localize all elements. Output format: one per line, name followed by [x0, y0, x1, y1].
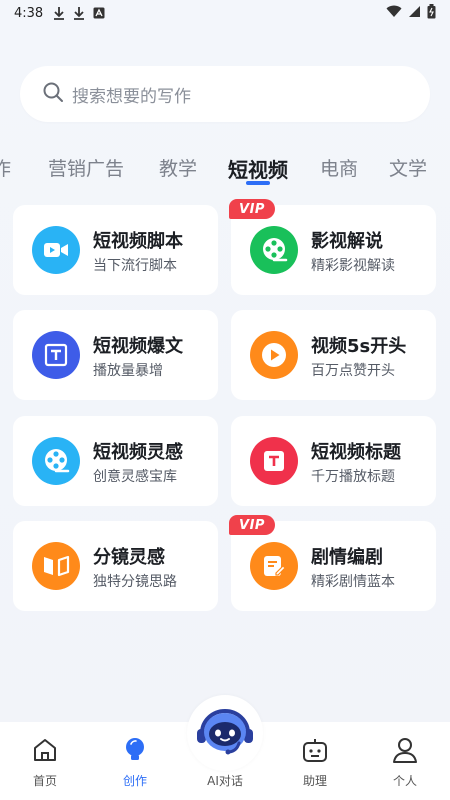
- card-storyboard-inspiration[interactable]: 分镜灵感 独特分镜思路: [13, 521, 218, 611]
- card-film-commentary[interactable]: 影视解说 精彩影视解读 VIP: [229, 199, 436, 295]
- card-title: 短视频爆文: [93, 336, 183, 357]
- vip-badge: VIP: [229, 199, 275, 219]
- card-title: 短视频脚本: [93, 231, 183, 252]
- active-tab-indicator: [246, 181, 270, 185]
- search-icon: [42, 81, 64, 107]
- vip-badge: VIP: [229, 515, 275, 535]
- script-edit-icon: [250, 542, 298, 590]
- card-title: 短视频灵感: [93, 442, 183, 463]
- card-subtitle: 精彩影视解读: [311, 258, 395, 274]
- nav-home[interactable]: 首页: [0, 722, 90, 800]
- card-subtitle: 创意灵感宝库: [93, 469, 177, 485]
- film-reel-icon: [250, 226, 298, 274]
- card-subtitle: 精彩剧情蓝本: [311, 574, 395, 590]
- tab-short-video[interactable]: 短视频: [228, 154, 288, 183]
- tab-ecommerce[interactable]: 电商: [320, 154, 358, 181]
- status-bar: 4:38: [0, 0, 450, 26]
- download-icon: [53, 6, 65, 20]
- person-icon: [391, 736, 419, 764]
- search-placeholder: 搜索想要的写作: [72, 86, 191, 107]
- assistant-icon: [301, 736, 329, 764]
- nav-label: 首页: [32, 774, 57, 788]
- home-icon: [31, 736, 59, 764]
- card-video-5s-opening[interactable]: 视频5s开头 百万点赞开头: [231, 310, 436, 400]
- category-tabs: 作 营销广告 教学 短视频 电商 文学: [0, 150, 450, 190]
- search-bar[interactable]: 搜索想要的写作: [20, 66, 430, 122]
- card-subtitle: 当下流行脚本: [93, 258, 177, 274]
- nav-profile[interactable]: 个人: [360, 722, 450, 800]
- card-title: 短视频标题: [311, 442, 401, 463]
- text-document-icon: [32, 331, 80, 379]
- video-camera-icon: [32, 226, 80, 274]
- card-title: 剧情编剧: [311, 547, 383, 568]
- nav-label: 个人: [392, 774, 417, 788]
- title-t-icon: [250, 437, 298, 485]
- card-short-video-article[interactable]: 短视频爆文 播放量暴增: [13, 310, 218, 400]
- card-subtitle: 千万播放标题: [311, 469, 395, 485]
- robot-icon: [193, 701, 257, 765]
- play-icon: [250, 331, 298, 379]
- nav-label: AI对话: [207, 774, 243, 788]
- nav-label: 助理: [302, 774, 327, 788]
- tab-literature[interactable]: 文学: [389, 154, 427, 181]
- nav-label: 创作: [122, 774, 147, 788]
- nav-assistant[interactable]: 助理: [270, 722, 360, 800]
- bulb-icon: [121, 736, 149, 764]
- tab-marketing[interactable]: 营销广告: [48, 154, 124, 181]
- card-subtitle: 播放量暴增: [93, 363, 163, 379]
- tab-teaching[interactable]: 教学: [159, 154, 197, 181]
- card-subtitle: 独特分镜思路: [93, 574, 177, 590]
- signal-icon: [408, 5, 421, 22]
- card-title: 影视解说: [311, 231, 383, 252]
- card-plot-screenwriting[interactable]: 剧情编剧 精彩剧情蓝本 VIP: [229, 515, 436, 611]
- film-reel-icon: [32, 437, 80, 485]
- card-title: 分镜灵感: [93, 547, 165, 568]
- card-short-video-inspiration[interactable]: 短视频灵感 创意灵感宝库: [13, 416, 218, 506]
- ai-chat-button[interactable]: [187, 695, 263, 771]
- status-time: 4:38: [14, 5, 44, 21]
- nav-create[interactable]: 创作: [90, 722, 180, 800]
- app-notification-icon: [93, 7, 105, 19]
- card-short-video-title[interactable]: 短视频标题 千万播放标题: [231, 416, 436, 506]
- download-icon: [73, 6, 85, 20]
- card-short-video-script[interactable]: 短视频脚本 当下流行脚本: [13, 205, 218, 295]
- card-title: 视频5s开头: [311, 336, 407, 357]
- storyboard-icon: [32, 542, 80, 590]
- battery-icon: [427, 3, 436, 23]
- card-subtitle: 百万点赞开头: [311, 363, 395, 379]
- tab-writing[interactable]: 作: [0, 154, 11, 181]
- wifi-icon: [386, 5, 402, 22]
